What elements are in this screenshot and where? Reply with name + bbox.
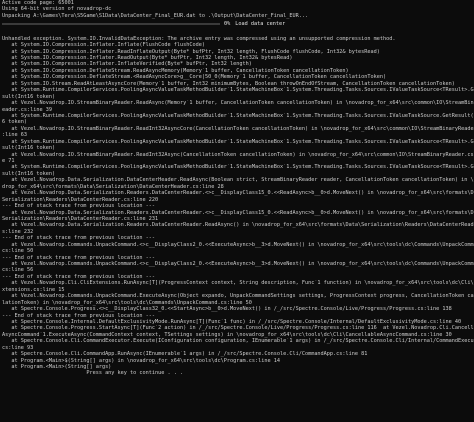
- progress-percent: 0%: [224, 20, 231, 27]
- exception-stack-trace: Unhandled exception. System.IO.InvalidDa…: [2, 36, 474, 371]
- stack-trace-line: at Vezel.Novadrop.Data.Serialization.Rea…: [2, 222, 474, 229]
- stack-trace-line: at Spectre.Console.Cli.CommandExecutor.E…: [2, 338, 474, 345]
- progress-row: 0% Load data center: [2, 21, 474, 27]
- console-window[interactable]: Active code page: 65001 Using 64-bit ver…: [0, 0, 474, 422]
- stack-trace-line: at Spectre.Console.Progress.<>c__Display…: [2, 306, 452, 313]
- stack-trace-line: at Vezel.Novadrop.Commands.UnpackCommand…: [2, 241, 474, 248]
- stack-trace-line: at System.Runtime.CompilerServices.Pooli…: [2, 87, 474, 94]
- progress-text: 0% Load data center: [224, 21, 285, 27]
- stack-trace-line: at System.Runtime.CompilerServices.Pooli…: [2, 138, 474, 145]
- stack-trace-line: at Vezel.Novadrop.Commands.UnpackCommand…: [2, 293, 474, 300]
- progress-bar-track: [2, 22, 220, 26]
- progress-status: Load data center: [235, 20, 286, 27]
- stack-trace-line: at Vezel.Novadrop.Commands.UnpackCommand…: [2, 261, 474, 267]
- stack-trace-line: at System.Runtime.CompilerServices.Pooli…: [2, 164, 474, 171]
- stack-trace-line: at Spectre.Console.Progress.StartAsync[T…: [2, 325, 474, 332]
- stack-trace-line: at Vezel.Novadrop.IO.StreamBinaryReader.…: [2, 100, 474, 107]
- stack-trace-line: at Vezel.Novadrop.Data.Serialization.Rea…: [2, 190, 474, 197]
- stack-trace-line: at Vezel.Novadrop.IO.StreamBinaryReader.…: [2, 125, 474, 132]
- stack-trace-line: at Vezel.Novadrop.Cli.CliExtensions.RunA…: [2, 280, 474, 287]
- stack-trace-line: at System.Runtime.CompilerServices.Pooli…: [2, 112, 474, 119]
- stack-trace-line: at Vezel.Novadrop.IO.StreamBinaryReader.…: [2, 151, 474, 158]
- press-any-key-prompt: Press any key to continue . . .: [2, 370, 184, 377]
- header-line-unpacking: Unpacking A:\Games\Tera\S5Game\S1Data\Da…: [2, 12, 309, 19]
- stack-trace-line: at Vezel.Novadrop.Data.Serialization.Dat…: [2, 177, 474, 184]
- stack-trace-line: at Vezel.Novadrop.Data.Serialization.Rea…: [2, 209, 474, 216]
